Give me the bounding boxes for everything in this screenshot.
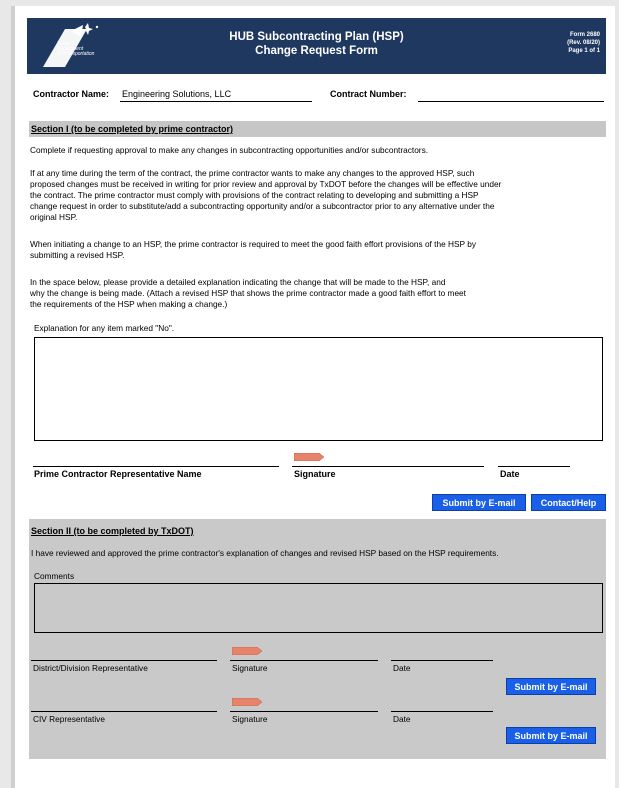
form-number-block: Form 2680 (Rev. 08/20) Page 1 of 1 [567,31,600,55]
date-line-1[interactable] [498,466,570,467]
para2-line: change request in order to substitute/ad… [30,201,495,211]
signature-line-1[interactable] [292,466,484,467]
explanation-textarea[interactable] [34,337,603,441]
submit-email-button[interactable]: Submit by E-mail [432,494,526,511]
section-2-statement: I have reviewed and approved the prime c… [31,548,499,558]
sign-here-tag-icon [294,453,324,461]
section-1-paragraph-3: When initiating a change to an HSP, the … [30,239,605,261]
civ-rep-label: CIV Representative [33,714,105,724]
para2-line: original HSP. [30,212,78,222]
signature-label-1: Signature [294,469,336,479]
comments-label: Comments [34,571,75,581]
contractor-name-underline [120,101,312,102]
form-header: Texas Department of Transportation HUB S… [27,18,606,74]
comments-textarea[interactable] [34,583,603,633]
district-date-label: Date [393,663,411,673]
section-1-heading: Section I (to be completed by prime cont… [29,121,606,137]
district-signature-line[interactable] [230,660,378,661]
page-indicator: Page 1 of 1 [568,48,600,54]
civ-signature-label: Signature [232,714,268,724]
contractor-name-field[interactable]: Engineering Solutions, LLC [122,89,310,99]
civ-date-label: Date [393,714,411,724]
section-1-paragraph-4: In the space below, please provide a det… [30,277,605,310]
section-1-intro: Complete if requesting approval to make … [30,145,429,155]
rep-name-line[interactable] [33,466,279,467]
district-rep-line[interactable] [31,660,217,661]
form-title: HUB Subcontracting Plan (HSP) Change Req… [27,30,606,58]
para2-line: proposed changes must be received in wri… [30,179,502,189]
date-label-1: Date [500,469,520,479]
sign-here-tag-icon [232,698,262,706]
section-2-heading: Section II (to be completed by TxDOT) [31,526,194,536]
title-line-2: Change Request Form [255,45,378,57]
para4-line: why the change is being made. (Attach a … [30,288,466,298]
contract-number-label: Contract Number: [330,89,407,99]
district-date-line[interactable] [391,660,493,661]
form-number: Form 2680 [569,32,600,38]
para3-line: submitting a revised HSP. [30,250,125,260]
para2-line: the contract. The prime contractor must … [30,190,479,200]
explanation-label: Explanation for any item marked "No". [34,323,175,333]
para4-line: the requirements of the HSP when making … [30,299,228,309]
sign-here-tag-icon [232,647,262,655]
civ-signature-line[interactable] [230,711,378,712]
para4-line: In the space below, please provide a det… [30,277,446,287]
district-rep-label: District/Division Representative [33,663,148,673]
contractor-name-label: Contractor Name: [33,89,110,99]
submit-email-button-district[interactable]: Submit by E-mail [506,678,596,695]
submit-email-button-civ[interactable]: Submit by E-mail [506,727,596,744]
rep-name-label: Prime Contractor Representative Name [34,469,202,479]
contract-number-underline [418,101,604,102]
contact-help-button[interactable]: Contact/Help [531,494,606,511]
section-1-paragraph-2: If at any time during the term of the co… [30,168,605,223]
title-line-1: HUB Subcontracting Plan (HSP) [229,31,404,43]
civ-rep-line[interactable] [31,711,217,712]
para3-line: When initiating a change to an HSP, the … [30,239,476,249]
district-signature-label: Signature [232,663,268,673]
civ-date-line[interactable] [391,711,493,712]
form-revision: (Rev. 08/20) [567,40,600,46]
para2-line: If at any time during the term of the co… [30,168,475,178]
